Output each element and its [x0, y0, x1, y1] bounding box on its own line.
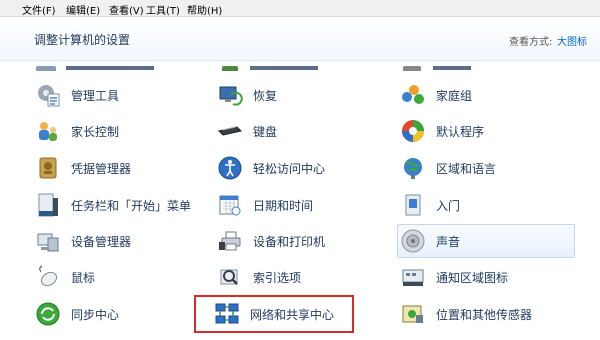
- item-label: 家庭组: [436, 88, 473, 103]
- view-by-dropdown[interactable]: 大图标: [557, 33, 587, 48]
- item-label: 同步中心: [71, 307, 120, 322]
- item-mouse[interactable]: 鼠标: [32, 261, 202, 293]
- item-label: 任务栏和「开始」菜单: [71, 198, 192, 213]
- item-sound[interactable]: 声音: [397, 224, 575, 258]
- recovery-icon: [217, 82, 243, 108]
- item-ease-of-access[interactable]: 轻松访问中心: [214, 152, 384, 184]
- item-keyboard[interactable]: 键盘: [214, 115, 384, 147]
- item-label: 凭据管理器: [71, 161, 132, 176]
- item-recovery[interactable]: 恢复: [214, 79, 384, 111]
- sync-center-icon: [35, 301, 61, 327]
- menu-tools[interactable]: 工具(T): [146, 2, 180, 17]
- region-language-icon: [400, 155, 426, 181]
- item-network-sharing-center[interactable]: 网络和共享中心: [194, 295, 354, 333]
- admin-tools-icon: [35, 82, 61, 108]
- item-label: 鼠标: [71, 270, 96, 285]
- parental-controls-icon: [35, 118, 61, 144]
- getting-started-icon: [400, 192, 426, 218]
- item-admin-tools[interactable]: 管理工具: [32, 79, 202, 111]
- taskbar-icon: [35, 192, 61, 218]
- item-label: 通知区域图标: [436, 270, 509, 285]
- item-getting-started[interactable]: 入门: [397, 189, 575, 221]
- network-sharing-icon: [214, 301, 240, 327]
- item-default-programs[interactable]: 默认程序: [397, 115, 575, 147]
- item-taskbar-start-menu[interactable]: 任务栏和「开始」菜单: [32, 189, 202, 221]
- notification-icons-icon: [400, 264, 426, 290]
- sound-icon: [400, 228, 426, 254]
- scrolled-off-item-label: [433, 61, 473, 71]
- item-label: 日期和时间: [253, 198, 314, 213]
- item-label: 轻松访问中心: [253, 161, 326, 176]
- scrolled-off-item-label: [66, 61, 156, 71]
- menu-bar: 文件(F) 编辑(E) 查看(V) 工具(T) 帮助(H): [0, 0, 600, 17]
- item-sync-center[interactable]: 同步中心: [32, 298, 202, 330]
- scrolled-off-item-icon: [34, 61, 60, 71]
- keyboard-icon: [217, 118, 243, 144]
- item-location-sensors[interactable]: 位置和其他传感器: [397, 298, 575, 330]
- item-label: 家长控制: [71, 124, 120, 139]
- item-label: 位置和其他传感器: [436, 307, 533, 322]
- menu-file[interactable]: 文件(F): [22, 2, 56, 17]
- ease-of-access-icon: [217, 155, 243, 181]
- item-parental-controls[interactable]: 家长控制: [32, 115, 202, 147]
- item-homegroup[interactable]: 家庭组: [397, 79, 575, 111]
- indexing-icon: [217, 264, 243, 290]
- item-label: 管理工具: [71, 88, 120, 103]
- item-label: 网络和共享中心: [250, 307, 335, 322]
- date-time-icon: [217, 192, 243, 218]
- item-label: 默认程序: [436, 124, 485, 139]
- item-label: 索引选项: [253, 270, 302, 285]
- menu-edit[interactable]: 编辑(E): [66, 2, 100, 17]
- item-label: 恢复: [253, 88, 278, 103]
- location-sensors-icon: [400, 301, 426, 327]
- homegroup-icon: [400, 82, 426, 108]
- page-title: 调整计算机的设置: [34, 33, 131, 47]
- item-label: 声音: [436, 234, 461, 249]
- menu-view[interactable]: 查看(V): [109, 2, 144, 17]
- scrolled-off-item-icon: [399, 61, 425, 71]
- menu-help[interactable]: 帮助(H): [187, 2, 222, 17]
- devices-printers-icon: [217, 228, 243, 254]
- item-credential-manager[interactable]: 凭据管理器: [32, 152, 202, 184]
- default-programs-icon: [400, 118, 426, 144]
- item-indexing-options[interactable]: 索引选项: [214, 261, 384, 293]
- item-label: 入门: [436, 198, 461, 213]
- device-manager-icon: [35, 228, 61, 254]
- item-device-manager[interactable]: 设备管理器: [32, 225, 202, 257]
- scrolled-off-item-label: [250, 61, 320, 71]
- page-header: 调整计算机的设置 查看方式: 大图标: [0, 17, 600, 61]
- item-region-language[interactable]: 区域和语言: [397, 152, 575, 184]
- item-devices-printers[interactable]: 设备和打印机: [214, 225, 384, 257]
- item-label: 键盘: [253, 124, 278, 139]
- view-by-label: 查看方式:: [509, 37, 553, 48]
- mouse-icon: [35, 264, 61, 290]
- item-date-time[interactable]: 日期和时间: [214, 189, 384, 221]
- item-label: 区域和语言: [436, 161, 497, 176]
- scrolled-off-item-icon: [218, 61, 244, 71]
- item-label: 设备和打印机: [253, 234, 326, 249]
- item-notification-area-icons[interactable]: 通知区域图标: [397, 261, 575, 293]
- item-label: 设备管理器: [71, 234, 132, 249]
- credential-manager-icon: [35, 155, 61, 181]
